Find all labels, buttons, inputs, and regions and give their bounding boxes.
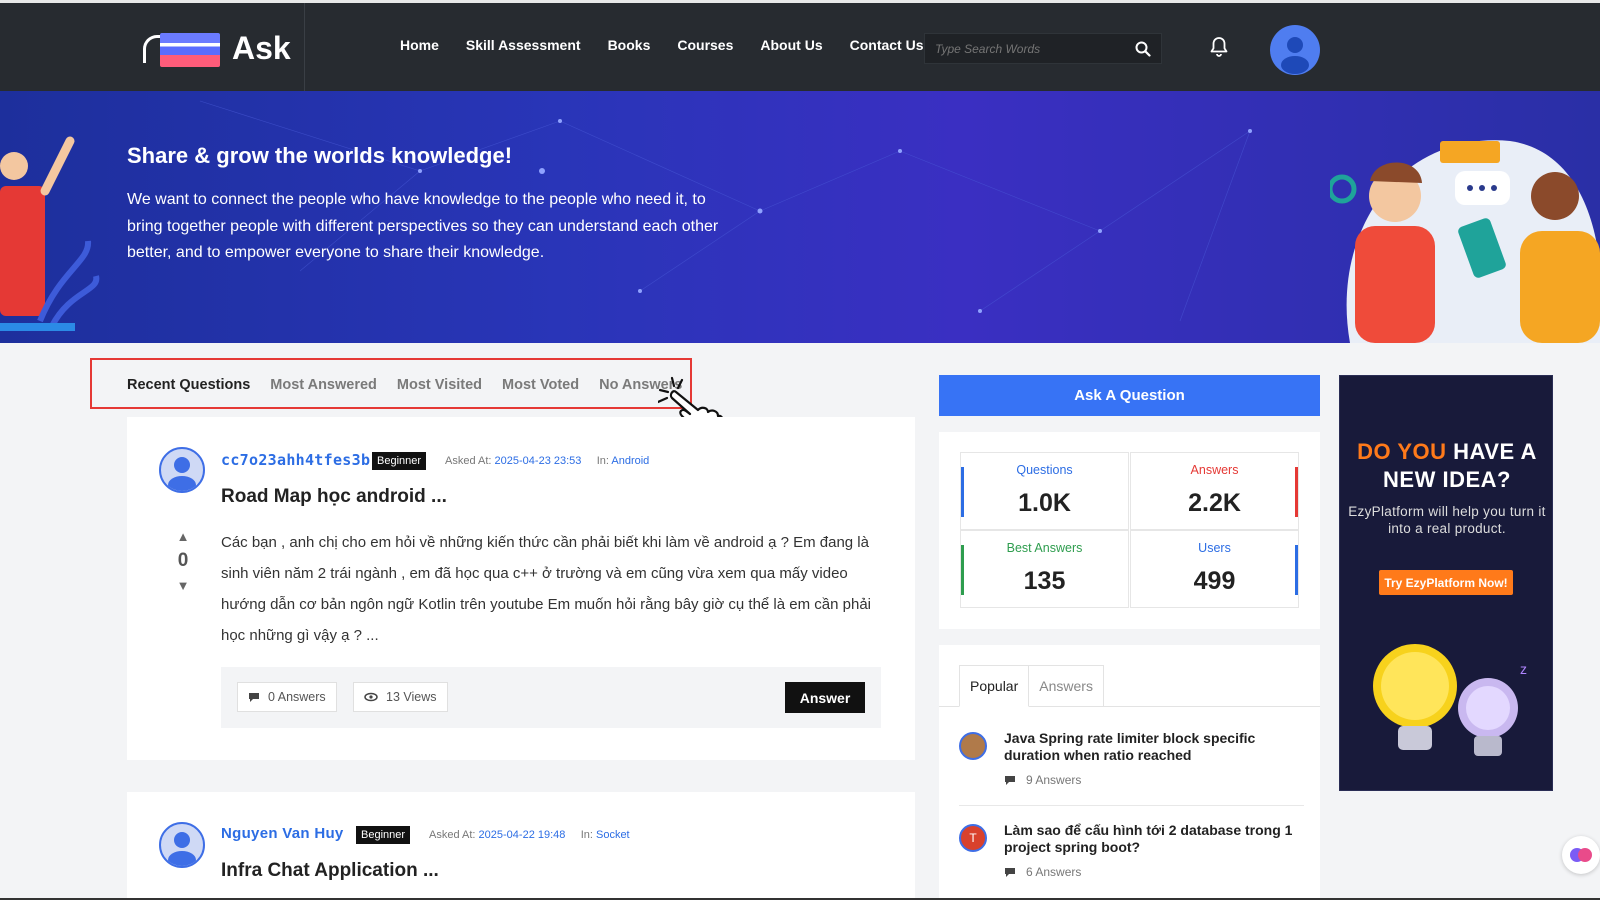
hero-banner: Share & grow the worlds knowledge! We wa… bbox=[0, 91, 1600, 343]
question-title[interactable]: Infra Chat Application ... bbox=[221, 860, 439, 882]
question-filter-tabs: Recent Questions Most Answered Most Visi… bbox=[127, 377, 702, 393]
hero-text: We want to connect the people who have k… bbox=[127, 191, 719, 261]
question-meta: Asked At: 2025-04-23 23:53 In: Android bbox=[445, 455, 650, 467]
question-footer: 0 Answers 13 Views Answer bbox=[221, 667, 881, 728]
logo-icon bbox=[140, 29, 222, 67]
hero-left-illustration bbox=[0, 136, 100, 331]
popular-divider bbox=[959, 805, 1304, 806]
site-stats-panel: Questions 1.0K Answers 2.2K Best Answers… bbox=[939, 432, 1320, 629]
question-category[interactable]: Android bbox=[611, 455, 649, 467]
question-card: cc7o23ahh4tfes3b Beginner Asked At: 2025… bbox=[127, 417, 915, 760]
popular-panel: Popular Answers Java Spring rate limiter… bbox=[939, 645, 1320, 900]
answers-count-pill[interactable]: 0 Answers bbox=[237, 682, 337, 712]
hero-title: Share & grow the worlds knowledge! bbox=[127, 143, 513, 168]
tab-most-answered[interactable]: Most Answered bbox=[270, 377, 377, 393]
avatar-icon bbox=[168, 832, 196, 866]
answer-button[interactable]: Answer bbox=[785, 682, 865, 713]
user-avatar-icon bbox=[1281, 37, 1309, 74]
tab-recent-questions[interactable]: Recent Questions bbox=[127, 377, 250, 393]
search-box bbox=[924, 33, 1162, 64]
stat-accent-bar bbox=[961, 545, 964, 595]
nav-about-us[interactable]: About Us bbox=[760, 37, 822, 53]
logo-text: Ask bbox=[232, 29, 291, 66]
floating-chat-button[interactable] bbox=[1562, 836, 1600, 874]
stat-questions: Questions 1.0K bbox=[960, 452, 1129, 530]
ad-cta-button[interactable]: Try EzyPlatform Now! bbox=[1379, 570, 1513, 595]
question-category[interactable]: Socket bbox=[596, 829, 630, 841]
question-date: 2025-04-23 23:53 bbox=[494, 455, 582, 467]
tab-answers[interactable]: Answers bbox=[1029, 665, 1104, 707]
stat-answers: Answers 2.2K bbox=[1130, 452, 1299, 530]
brain-icon bbox=[1570, 848, 1592, 862]
ezyplatform-ad[interactable]: DO YOU HAVE A NEW IDEA? EzyPlatform will… bbox=[1339, 375, 1553, 791]
comment-icon bbox=[249, 692, 259, 702]
tab-most-visited[interactable]: Most Visited bbox=[397, 377, 482, 393]
site-header: Ask Home Skill Assessment Books Courses … bbox=[0, 3, 1600, 91]
nav-books[interactable]: Books bbox=[608, 37, 651, 53]
question-author-name[interactable]: cc7o23ahh4tfes3b bbox=[221, 451, 370, 469]
stat-accent-bar bbox=[961, 467, 964, 517]
search-icon[interactable] bbox=[1135, 41, 1151, 57]
user-level-badge: Beginner bbox=[356, 826, 411, 844]
nav-skill-assessment[interactable]: Skill Assessment bbox=[466, 37, 581, 53]
popular-answers-count: 6 Answers bbox=[1004, 865, 1081, 879]
sleep-z-mark: z bbox=[1520, 661, 1527, 677]
views-count-pill: 13 Views bbox=[353, 682, 448, 712]
question-author-name[interactable]: Nguyen Van Huy bbox=[221, 825, 344, 842]
stat-accent-bar bbox=[1295, 467, 1298, 517]
question-title[interactable]: Road Map học android ... bbox=[221, 486, 447, 508]
popular-author-avatar[interactable] bbox=[959, 732, 987, 760]
ad-subtitle: EzyPlatform will help you turn it into a… bbox=[1348, 504, 1546, 536]
question-meta: Asked At: 2025-04-22 19:48 In: Socket bbox=[429, 829, 630, 841]
question-card: Nguyen Van Huy Beginner Asked At: 2025-0… bbox=[127, 792, 915, 900]
user-level-badge: Beginner bbox=[372, 452, 427, 470]
search-input[interactable] bbox=[925, 41, 1125, 56]
tab-most-voted[interactable]: Most Voted bbox=[502, 377, 579, 393]
notification-bell-icon[interactable] bbox=[1207, 35, 1231, 59]
comment-icon bbox=[1005, 775, 1015, 785]
site-logo[interactable]: Ask bbox=[140, 27, 300, 69]
vote-count: 0 bbox=[177, 550, 189, 571]
question-date: 2025-04-22 19:48 bbox=[478, 829, 566, 841]
popular-author-avatar[interactable]: T bbox=[959, 824, 987, 852]
vote-widget: ▲ 0 ▼ bbox=[173, 529, 193, 593]
stat-best-answers: Best Answers 135 bbox=[960, 530, 1129, 608]
nav-home[interactable]: Home bbox=[400, 37, 439, 53]
stat-accent-bar bbox=[1295, 545, 1298, 595]
tab-popular[interactable]: Popular bbox=[959, 665, 1030, 707]
lightbulb-illustration: z bbox=[1373, 644, 1527, 756]
question-author-avatar[interactable] bbox=[159, 447, 205, 493]
user-avatar[interactable] bbox=[1270, 25, 1320, 75]
nav-courses[interactable]: Courses bbox=[677, 37, 733, 53]
popular-tabs: Popular Answers bbox=[959, 665, 1104, 707]
popular-question-title[interactable]: Làm sao để cấu hình tới 2 database trong… bbox=[1004, 822, 1299, 856]
popular-question-title[interactable]: Java Spring rate limiter block specific … bbox=[1004, 730, 1299, 764]
nav-contact-us[interactable]: Contact Us bbox=[850, 37, 924, 53]
hero-right-illustration bbox=[1330, 140, 1600, 343]
stat-users: Users 499 bbox=[1130, 530, 1299, 608]
ad-title: DO YOU HAVE A NEW IDEA? bbox=[1357, 439, 1537, 492]
ask-question-button[interactable]: Ask A Question bbox=[939, 375, 1320, 416]
avatar-icon bbox=[168, 457, 196, 491]
downvote-icon[interactable]: ▼ bbox=[173, 578, 193, 593]
header-divider bbox=[304, 3, 305, 91]
popular-answers-count: 9 Answers bbox=[1004, 773, 1081, 787]
question-author-avatar[interactable] bbox=[159, 822, 205, 868]
comment-icon bbox=[1005, 867, 1015, 877]
question-excerpt: Các bạn , anh chị cho em hỏi về những ki… bbox=[221, 534, 871, 644]
eye-icon bbox=[364, 692, 378, 702]
upvote-icon[interactable]: ▲ bbox=[173, 529, 193, 544]
main-nav: Home Skill Assessment Books Courses Abou… bbox=[400, 37, 951, 53]
